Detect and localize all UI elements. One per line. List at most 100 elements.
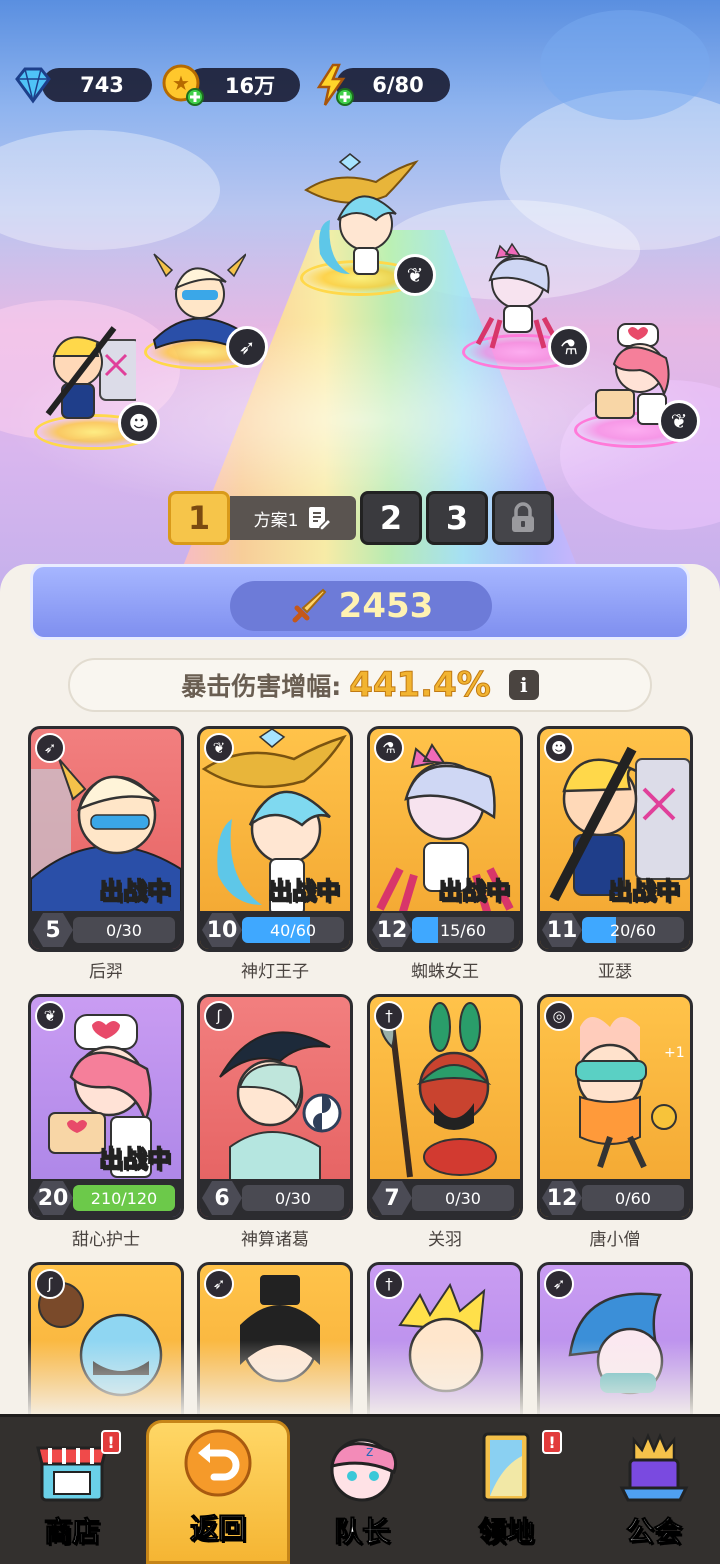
- cloud: [0, 130, 220, 250]
- hero-card-arthur[interactable]: ☻ 出战中 11 20/60: [537, 726, 693, 952]
- nav-shop[interactable]: 商店: [0, 1414, 144, 1564]
- in-battle-label: 出战中: [98, 1144, 172, 1174]
- shard-progress: 40/60: [242, 917, 344, 943]
- nav-territory-label: 领地: [477, 1515, 534, 1549]
- shard-progress: 15/60: [412, 917, 514, 943]
- plan-tab-3[interactable]: 3: [426, 491, 488, 545]
- hero-card-genie-prince[interactable]: ❦ 出战中 10 40/60: [197, 726, 353, 952]
- territory-door-icon: [482, 1432, 530, 1502]
- list-fade: [0, 1340, 720, 1420]
- shard-progress: 20/60: [582, 917, 684, 943]
- nav-back[interactable]: 返回: [146, 1420, 290, 1564]
- card-level-bar: 12 15/60: [370, 911, 520, 949]
- potion-class-icon: ⚗: [374, 733, 404, 763]
- level-badge: 5: [33, 913, 73, 947]
- level-badge: 12: [372, 913, 412, 947]
- archer-class-icon: ➶: [544, 1269, 574, 1299]
- cloud: [540, 10, 710, 120]
- plan-name-label: 方案1: [253, 510, 299, 531]
- hero-name: 唐小僧: [589, 1230, 641, 1250]
- hero-card-houyi[interactable]: ➶ 出战中 5 0/30: [28, 726, 184, 952]
- shard-progress-text: 15/60: [439, 920, 487, 940]
- formation-slot-sweetheart-nurse[interactable]: ❦: [574, 320, 720, 450]
- lightning-icon: [310, 62, 356, 108]
- shard-progress-text: 0/30: [445, 1188, 481, 1208]
- crit-value: 441.4%: [349, 665, 492, 706]
- card-level-bar: 11 20/60: [540, 911, 690, 949]
- archer-class-icon: ➶: [204, 1269, 234, 1299]
- nav-guild-label: 公会: [625, 1515, 682, 1549]
- wing-class-icon: ❦: [394, 254, 436, 296]
- formation-plan-tabs: 1 方案1 2 3: [168, 491, 558, 547]
- spiral-class-icon: ◎: [544, 1001, 574, 1031]
- hero-name: 蜘蛛女王: [411, 962, 479, 982]
- shard-progress: 0/30: [412, 1185, 514, 1211]
- team-power: 2453: [230, 581, 492, 631]
- nav-guild[interactable]: 公会: [582, 1414, 720, 1564]
- card-level-bar: 12 0/60: [540, 1179, 690, 1217]
- svg-text:+1: +1: [664, 1045, 685, 1061]
- shard-progress-text: 0/30: [106, 920, 142, 940]
- sword-class-icon: †: [374, 1269, 404, 1299]
- gems-value: 743: [80, 73, 124, 97]
- card-level-bar: 20 210/120: [31, 1179, 181, 1217]
- territory-alert-badge: !: [542, 1430, 562, 1454]
- shop-alert-badge: !: [101, 1430, 121, 1454]
- shard-progress-text: 210/120: [90, 1188, 158, 1208]
- formation-slot-houyi[interactable]: ➶: [130, 250, 280, 380]
- staff-class-icon: ʃ: [35, 1269, 65, 1299]
- hero-name: 神灯王子: [241, 962, 309, 982]
- in-battle-label: 出战中: [98, 876, 172, 906]
- plan-tab-1[interactable]: 1: [168, 491, 230, 545]
- gems-counter[interactable]: 743: [42, 68, 152, 102]
- team-power-value: 2453: [338, 586, 434, 626]
- archer-class-icon: ➶: [226, 326, 268, 368]
- shard-progress: 0/60: [582, 1185, 684, 1211]
- hero-name: 甜心护士: [72, 1230, 140, 1250]
- tank-class-icon: ☻: [118, 402, 160, 444]
- level-badge: 20: [33, 1181, 73, 1215]
- card-level-bar: 7 0/30: [370, 1179, 520, 1217]
- plan-tab-2[interactable]: 2: [360, 491, 422, 545]
- gem-icon: [10, 62, 56, 108]
- card-level-bar: 5 0/30: [31, 911, 181, 949]
- in-battle-label: 出战中: [267, 876, 341, 906]
- card-level-bar: 10 40/60: [200, 911, 350, 949]
- shard-progress-text: 0/60: [615, 1188, 651, 1208]
- tank-class-icon: ☻: [544, 733, 574, 763]
- plan-name-rename[interactable]: 方案1: [230, 496, 356, 540]
- crit-damage-bonus: 暴击伤害增幅: 441.4% i: [68, 658, 652, 712]
- hero-card-guanyu[interactable]: † 7 0/30: [367, 994, 523, 1220]
- edit-document-icon: [309, 507, 333, 531]
- formation-slot-genie-prince[interactable]: ❦: [282, 150, 442, 300]
- wing-class-icon: ❦: [204, 733, 234, 763]
- back-arrow-icon: [184, 1429, 252, 1497]
- hero-card-tang-monk[interactable]: +1 ◎ 12 0/60: [537, 994, 693, 1220]
- energy-value: 6/80: [372, 73, 424, 97]
- sword-icon: [292, 588, 327, 623]
- info-icon[interactable]: i: [508, 670, 539, 700]
- shard-progress-text: 20/60: [609, 920, 657, 940]
- nav-back-label: 返回: [189, 1512, 246, 1546]
- hero-card-spider-queen[interactable]: ⚗ 出战中 12 15/60: [367, 726, 523, 952]
- lock-icon: [512, 502, 534, 532]
- hero-name: 亚瑟: [598, 962, 632, 982]
- plan-tab-locked[interactable]: [492, 491, 554, 545]
- staff-class-icon: ʃ: [204, 1001, 234, 1031]
- nav-captain-label: 队长: [333, 1515, 390, 1549]
- nav-captain[interactable]: z 队长: [290, 1414, 434, 1564]
- shop-icon: [36, 1446, 108, 1502]
- shard-progress: 0/30: [242, 1185, 344, 1211]
- wing-class-icon: ❦: [35, 1001, 65, 1031]
- shard-progress: 0/30: [73, 917, 175, 943]
- in-battle-label: 出战中: [437, 876, 511, 906]
- hero-card-zhuge[interactable]: ʃ 6 0/30: [197, 994, 353, 1220]
- archer-class-icon: ➶: [35, 733, 65, 763]
- gold-value: 16万: [224, 74, 276, 98]
- nav-shop-label: 商店: [43, 1515, 100, 1549]
- svg-text:z: z: [366, 1444, 373, 1460]
- level-badge: 6: [202, 1181, 242, 1215]
- hero-card-sweetheart-nurse[interactable]: ❦ 出战中 20 210/120: [28, 994, 184, 1220]
- level-badge: 10: [202, 913, 242, 947]
- level-badge: 11: [542, 913, 582, 947]
